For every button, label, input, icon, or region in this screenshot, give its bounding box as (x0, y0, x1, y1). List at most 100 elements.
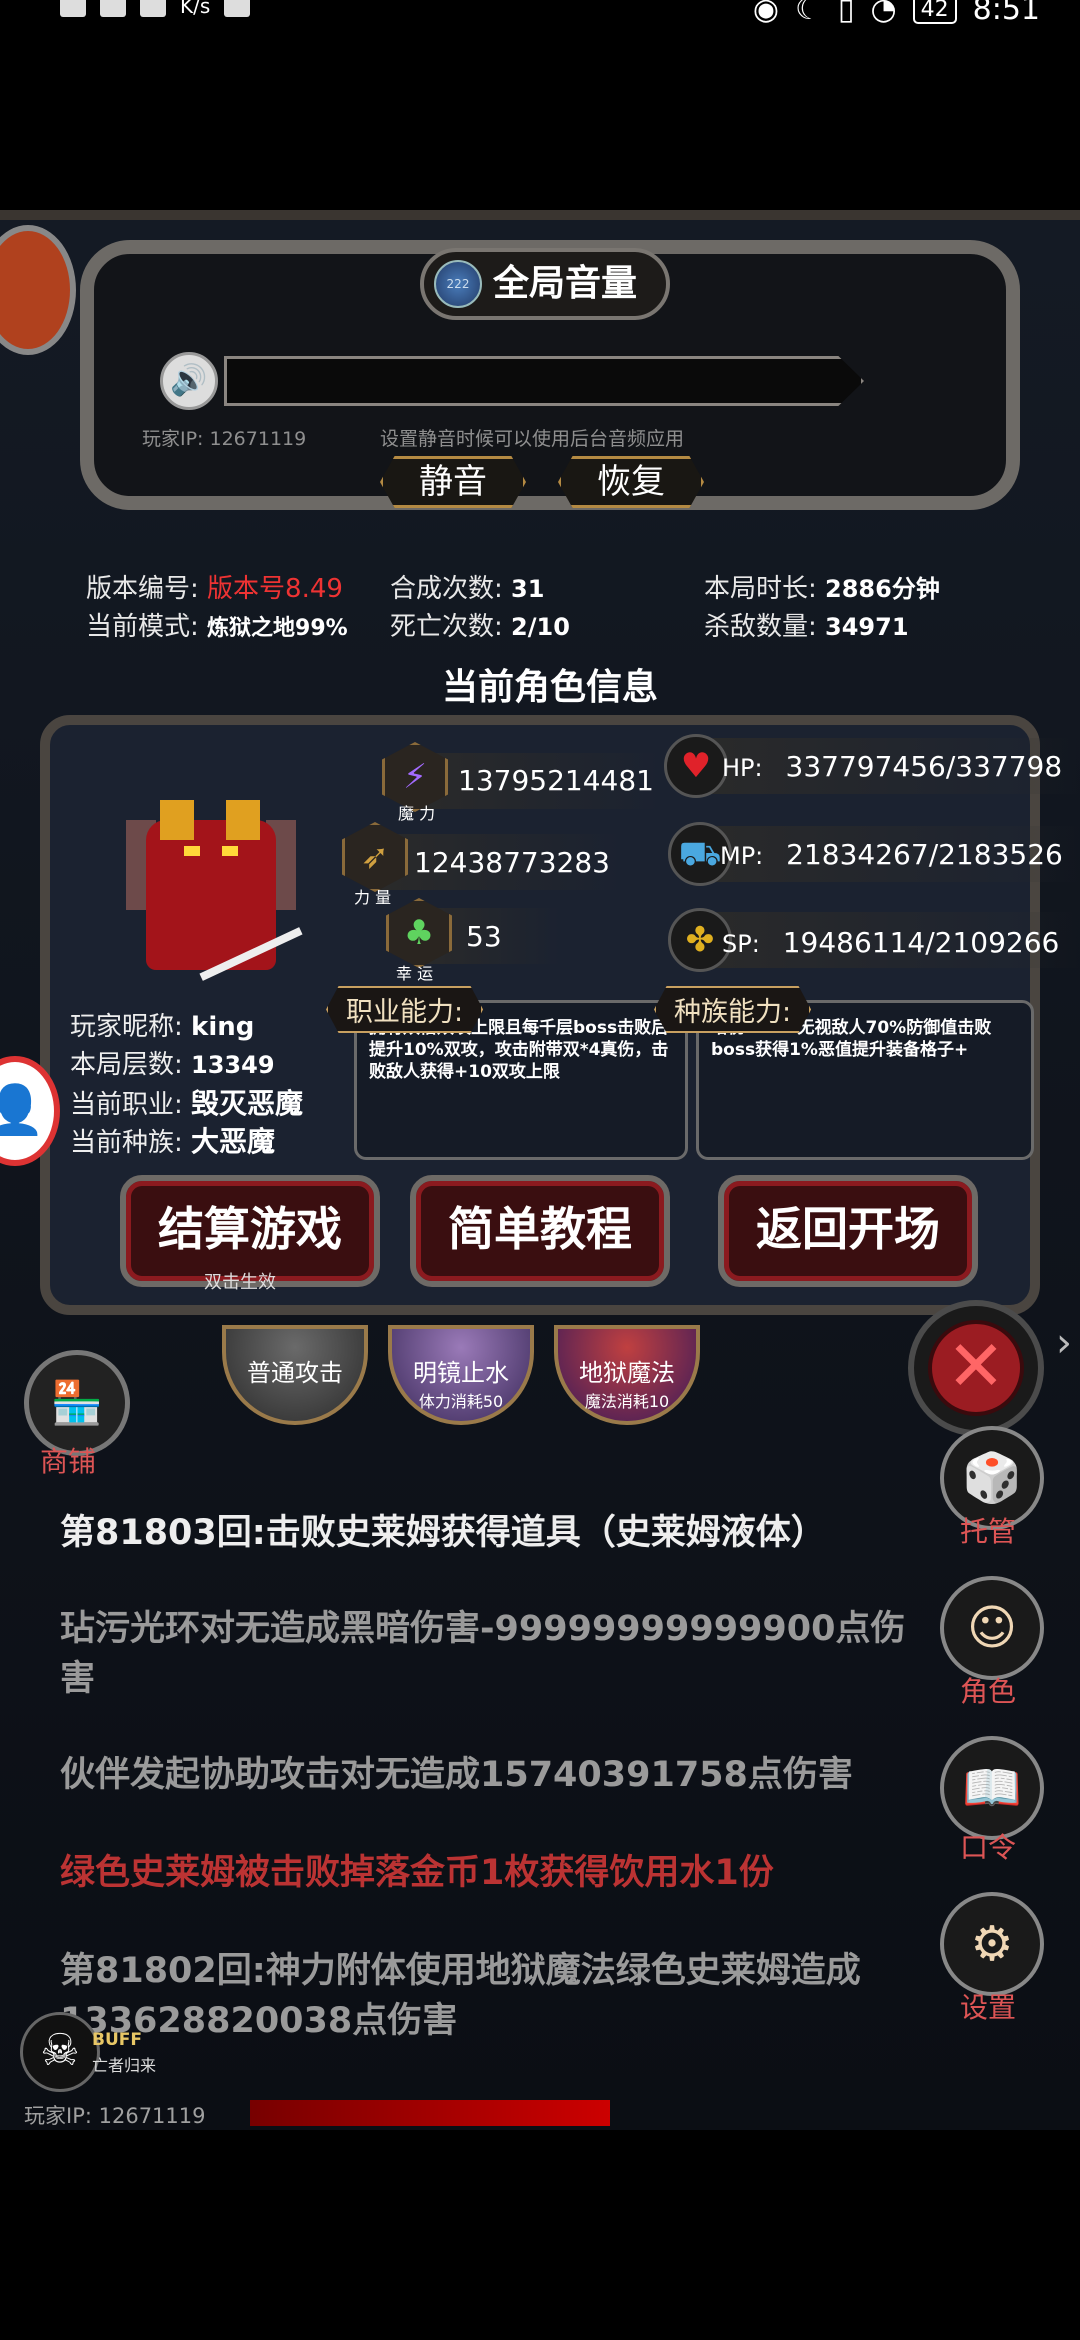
floor-value: 13349 (191, 1051, 275, 1079)
code-book-icon[interactable]: 📖 (940, 1736, 1044, 1840)
magic-caption: 魔 力 (398, 804, 436, 823)
buff-label: BUFF (92, 2030, 142, 2050)
log-entry: 第81803回:击败史莱姆获得道具（史莱姆液体） (60, 1513, 826, 1553)
race-row: 当前种族: 大恶魔 (70, 1120, 275, 1160)
mode-stat: 当前模式: 炼狱之地99% (86, 606, 348, 643)
nickname-value: king (191, 1012, 255, 1042)
volume-slider[interactable] (224, 356, 864, 406)
kill-stat: 杀敌数量: 34971 (704, 606, 909, 643)
battery-indicator: 42 (912, 0, 957, 24)
avatar-eye (222, 846, 238, 856)
hp-label: HP: (722, 754, 763, 782)
status-time: 8:51 (972, 0, 1040, 27)
kill-value: 34971 (825, 613, 909, 641)
log-entry: 伙伴发起协助攻击对无造成15740391758点伤害 (60, 1755, 853, 1795)
volume-hint: 设置静音时候可以使用后台音频应用 (380, 428, 685, 450)
death-label: 死亡次数: (390, 612, 503, 642)
log-entry: 绿色史莱姆被击败掉落金币1枚获得饮用水1份 (60, 1853, 774, 1893)
character-section-title: 当前角色信息 (441, 667, 658, 708)
status-bar: K/s ◉ ☾ ▯ ◔ 42 8:51 (0, 0, 1080, 30)
duration-stat: 本局时长: 2886分钟 (704, 568, 940, 605)
version-value: 版本号8.49 (207, 574, 343, 604)
strength-caption: 力 量 (354, 888, 392, 907)
race-value: 大恶魔 (191, 1125, 276, 1158)
nickname-row: 玩家昵称: king (70, 1006, 254, 1043)
skull-buff-icon[interactable]: ☠ (20, 2012, 100, 2092)
mute-button[interactable]: 静音 (380, 456, 526, 508)
restore-button[interactable]: 恢复 (558, 456, 704, 508)
signal-icon (100, 0, 126, 17)
mode-value: 炼狱之地99% (207, 616, 348, 641)
hp-value: 337797456/337798 (785, 750, 1063, 783)
buff-name: 亡者归来 (92, 2056, 157, 2075)
speaker-icon[interactable]: 🔊 (160, 352, 218, 410)
settings-label[interactable]: 设置 (960, 1986, 1016, 2026)
bottom-progress-bar (250, 2100, 610, 2126)
version-label: 版本编号: (86, 574, 199, 604)
class-label: 当前职业: (70, 1090, 183, 1120)
character-avatar (126, 800, 303, 981)
class-ability-label: 职业能力: (326, 986, 484, 1033)
nickname-label: 玩家昵称: (70, 1012, 183, 1042)
race-label: 当前种族: (70, 1128, 183, 1158)
skill-mirror-water[interactable]: 明镜止水 体力消耗50 (388, 1325, 534, 1425)
location-icon: ◉ (752, 0, 780, 27)
vibrate-icon: ▯ (837, 0, 855, 27)
merge-stat: 合成次数: 31 (390, 568, 544, 605)
sp-stat: SP: 19486114/2109266 (722, 926, 1059, 959)
moon-icon: ☾ (795, 0, 822, 27)
avatar-horn (160, 800, 194, 840)
skill-cost: 魔法消耗10 (584, 1392, 670, 1411)
mode-label: 当前模式: (86, 612, 199, 642)
code-label[interactable]: 口令 (960, 1826, 1016, 1866)
magic-value: 13795214481 (458, 764, 654, 797)
merge-value: 31 (511, 575, 545, 603)
luck-value: 53 (466, 920, 502, 953)
mp-stat: MP: 21834267/2183526 (720, 838, 1063, 871)
gear-icon[interactable]: ⚙ (940, 1892, 1044, 1996)
skill-cost: 体力消耗50 (418, 1392, 504, 1411)
shop-label[interactable]: 商铺 (40, 1440, 96, 1480)
floor-row: 本局层数: 13349 (70, 1044, 275, 1081)
death-stat: 死亡次数: 2/10 (390, 606, 570, 643)
sp-value: 19486114/2109266 (782, 926, 1060, 959)
version-stat: 版本编号: 版本号8.49 (86, 568, 343, 605)
skill-name: 普通攻击 (247, 1359, 343, 1387)
kill-label: 杀敌数量: (704, 612, 817, 642)
close-button[interactable]: ✕ (908, 1300, 1044, 1436)
strength-value: 12438773283 (414, 846, 610, 879)
sp-label: SP: (722, 930, 760, 958)
skill-hell-magic[interactable]: 地狱魔法 魔法消耗10 (554, 1325, 700, 1425)
net-speed: K/s (180, 0, 211, 18)
mp-label: MP: (720, 842, 764, 870)
volume-player-ip: 玩家IP: 12671119 (142, 428, 307, 450)
luck-caption: 幸 运 (396, 964, 434, 983)
avatar-horn (226, 800, 260, 840)
class-value: 毁灭恶魔 (191, 1087, 304, 1120)
settle-hint: 双击生效 (204, 1272, 276, 1293)
tutorial-button[interactable]: 简单教程 (410, 1175, 670, 1287)
floor-label: 本局层数: (70, 1050, 183, 1080)
close-icon: ✕ (928, 1320, 1024, 1416)
role-icon[interactable]: ☺ (940, 1576, 1044, 1680)
merge-label: 合成次数: (390, 574, 503, 604)
alarm-icon: ◔ (870, 0, 897, 27)
return-start-button[interactable]: 返回开场 (718, 1175, 978, 1287)
volume-title-plate: 222 全局音量 (420, 248, 670, 320)
notification-icon (224, 0, 251, 17)
hp-stat: HP: 337797456/337798 (722, 750, 1062, 783)
heart-icon: ♥ (664, 734, 728, 798)
volume-badge-icon: 222 (434, 260, 482, 308)
duration-value: 2886分钟 (825, 575, 940, 603)
role-label[interactable]: 角色 (960, 1670, 1016, 1710)
mp-value: 21834267/2183526 (786, 838, 1063, 871)
avatar-eye (184, 846, 200, 856)
log-entry: 第81802回:神力附体使用地狱魔法绿色史莱姆造成133628820038点伤害 (60, 1951, 861, 2041)
chevron-right-icon[interactable]: › (1056, 1320, 1072, 1366)
auto-label[interactable]: 托管 (960, 1510, 1016, 1550)
skill-name: 地狱魔法 (579, 1359, 675, 1387)
wifi-icon (140, 0, 166, 17)
duration-label: 本局时长: (704, 574, 817, 604)
log-entry: 玷污光环对无造成黑暗伤害-99999999999900点伤害 (60, 1609, 906, 1699)
race-ability-label: 种族能力: (654, 986, 812, 1033)
